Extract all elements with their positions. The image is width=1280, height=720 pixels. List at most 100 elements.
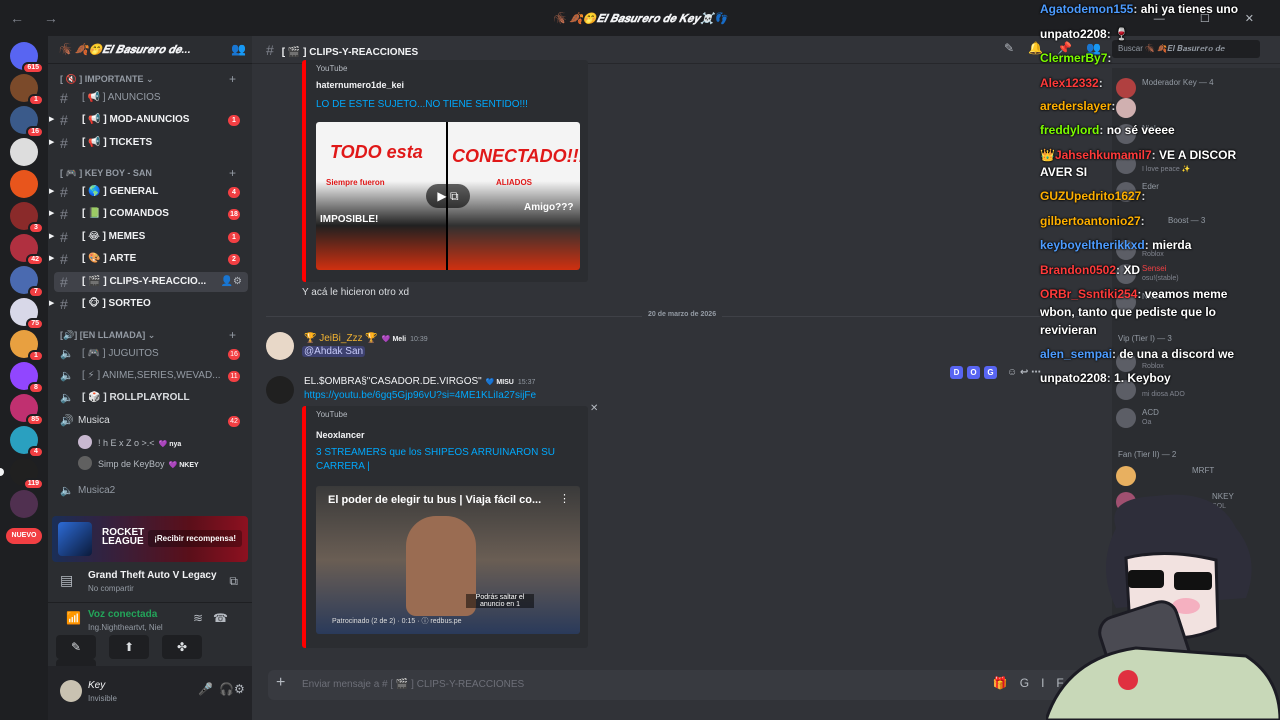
overlay-chat-line: unpato2208: 1. Keyboy: [1040, 371, 1171, 385]
channel-title: #[ 🎬 ] CLIPS-Y-REACCIONES: [266, 42, 419, 58]
message-text: Y acá le hicieron otro xd: [302, 287, 410, 298]
guild-icon[interactable]: 85: [10, 394, 44, 426]
hash-icon: #: [60, 206, 68, 222]
guild-icon[interactable]: 1: [10, 74, 44, 106]
message-composer: + Enviar mensaje a # [ 🎬 ] CLIPS-Y-REACC…: [268, 670, 1108, 700]
claim-reward-button[interactable]: ¡Recibir recompensa!: [148, 530, 242, 547]
voice-channel-item[interactable]: 🔈 Musica2: [54, 481, 248, 501]
hash-icon: #: [60, 135, 68, 151]
channel-item-selected[interactable]: #[ 🎬 ] CLIPS-Y-REACCIO... 👤⚙: [54, 272, 248, 292]
hash-icon: #: [60, 251, 68, 267]
message-author[interactable]: EL.$OMBRA§"CASADOR.DE.VIRGOS" 💙 MISU 15:37: [304, 376, 535, 387]
overlay-chat-line: Brandon0502: XD: [1040, 263, 1141, 277]
signal-icon: 📶: [66, 611, 81, 625]
category-importante[interactable]: [ 🔇 ] IMPORTANTE ⌄ +: [60, 72, 244, 86]
guild-icon[interactable]: 7: [10, 266, 44, 298]
channel-item[interactable]: ▶ #[ 📢 ] TICKETS: [49, 133, 248, 153]
voice-channel-item[interactable]: 🔈[ 🎮 ] JUGUITOS 16: [54, 344, 248, 364]
vtuber-avatar-overlay: [1046, 494, 1280, 720]
add-member-icon[interactable]: 👥: [231, 42, 246, 56]
guild-icon[interactable]: 16: [10, 106, 44, 138]
channel-item[interactable]: ▶ #[ 🐵 ] SORTEO: [49, 294, 248, 314]
add-attachment-icon[interactable]: +: [276, 674, 285, 692]
add-channel-icon[interactable]: +: [229, 72, 236, 86]
guild-icon[interactable]: 119: [0, 458, 44, 490]
member-category: Fan (Tier II) — 2: [1118, 450, 1177, 459]
guild-icon[interactable]: [10, 170, 38, 198]
gear-icon[interactable]: ⚙: [234, 682, 245, 696]
promo-banner[interactable]: ROCKET LEAGUE ¡Recibir recompensa!: [52, 516, 248, 562]
overlay-chat-line: 👑Jahsehkumamil7: VE A DISCOR: [1040, 148, 1237, 162]
category-keyboy[interactable]: [ 🎮 ] KEY BOY - SAN +: [60, 166, 244, 180]
guild-icon[interactable]: 42: [10, 234, 44, 266]
user-panel: Key Invisible 🎤🎧 ⚙: [48, 666, 252, 720]
avatar[interactable]: [60, 680, 82, 702]
channel-item[interactable]: ▶ #[ 🎨 ] ARTE 2: [49, 249, 248, 269]
voice-channel-item[interactable]: 🔊 Musica 42: [54, 411, 248, 431]
video-thumbnail[interactable]: TODO esta CONECTADO!!! Siempre fueron AL…: [316, 122, 580, 270]
server-header[interactable]: 🪳 🍂🤭𝑬𝒍 𝑩𝒂𝒔𝒖𝒓𝒆𝒓𝒐 𝒅𝒆... 👥: [48, 36, 252, 64]
more-options-icon[interactable]: ⋮: [559, 492, 570, 505]
overlay-chat-line: ClermerBy7:: [1040, 51, 1112, 65]
avatar[interactable]: [266, 376, 294, 404]
hash-icon: #: [60, 112, 68, 128]
share-screen-icon[interactable]: ⧉: [229, 574, 238, 589]
hash-icon: #: [60, 229, 68, 245]
video-player[interactable]: El poder de elegir tu bus | Viaja fácil …: [316, 486, 580, 634]
channel-item[interactable]: #[ 📢 ] ANUNCIOS: [54, 88, 248, 108]
avatar[interactable]: [266, 332, 294, 360]
add-channel-icon[interactable]: +: [229, 166, 236, 180]
add-channel-icon[interactable]: +: [229, 328, 236, 342]
home-dm-icon[interactable]: 615: [10, 42, 44, 74]
guild-icon[interactable]: 75: [10, 298, 44, 330]
disconnect-icon[interactable]: ≋☎: [193, 611, 238, 625]
speaker-icon: 🔈: [60, 485, 74, 497]
close-icon[interactable]: ✕: [590, 403, 598, 414]
screen-share-icon[interactable]: ⬆: [109, 635, 149, 659]
avatar: [78, 456, 92, 470]
overlay-chat-line: ORBr_Ssntiki254: veamos meme: [1040, 287, 1228, 301]
guild-icon[interactable]: [10, 490, 38, 518]
message-author[interactable]: 🏆 JeiBi_Zzz 🏆 💜 Meli 10:39: [304, 333, 428, 344]
overlay-chat-line: arederslayer:: [1040, 99, 1116, 113]
channel-item[interactable]: ▶ #[ 😂 ] MEMES 1: [49, 227, 248, 247]
message-input[interactable]: Enviar mensaje a # [ 🎬 ] CLIPS-Y-REACCIO…: [302, 679, 524, 690]
voice-channel-item[interactable]: 🔈[ 🎲 ] ROLLPLAYROLL: [54, 388, 248, 408]
hash-icon: #: [60, 274, 68, 290]
overlay-chat-line: keyboyeltherikkxd: mierda: [1040, 238, 1192, 252]
camera-off-icon[interactable]: ✎: [56, 635, 96, 659]
channel-item[interactable]: ▶ #[ 📢 ] MOD-ANUNCIOS 1: [49, 110, 248, 130]
promo-logo: ROCKET LEAGUE: [102, 527, 145, 547]
reaction-icon[interactable]: ☺ ↩ ⋯: [1007, 367, 1041, 378]
new-badge[interactable]: NUEVO: [6, 528, 42, 544]
category-llamada[interactable]: [🔊] [EN LLAMADA] ⌄ +: [60, 328, 244, 342]
guild-icon[interactable]: 1: [10, 330, 44, 362]
youtube-link[interactable]: https://youtu.be/6gq5Gjp96vU?si=4ME1KLiI…: [304, 390, 536, 401]
overlay-chat-line: AVER SI: [1040, 165, 1088, 179]
channel-settings-icon[interactable]: 👤⚙: [221, 276, 242, 287]
channel-sidebar: 🪳 🍂🤭𝑬𝒍 𝑩𝒂𝒔𝒖𝒓𝒆𝒓𝒐 𝒅𝒆... 👥 [ 🔇 ] IMPORTANTE…: [48, 36, 261, 720]
twitch-guild-icon[interactable]: 8: [10, 362, 44, 394]
channel-item[interactable]: ▶ #[ 📗 ] COMANDOS 18: [49, 204, 248, 224]
rocket-league-icon: [58, 522, 92, 556]
date-divider: 20 de marzo de 2026: [266, 311, 1096, 318]
overlay-chat-line: wbon, tanto que pediste que lo: [1040, 305, 1216, 319]
skip-ad-notice[interactable]: Podrás saltar el anuncio en 1: [466, 594, 534, 608]
guild-icon[interactable]: 4: [10, 426, 44, 458]
stream-chat-overlay: Agatodemon155: ahi ya tienes uno unpato2…: [1040, 0, 1280, 390]
voice-action-buttons: ✎⬆✤♫: [56, 635, 244, 683]
member[interactable]: MRFT: [1112, 464, 1280, 488]
member[interactable]: ACD Oa: [1112, 406, 1280, 430]
user-mention[interactable]: @Ahdak San: [302, 346, 366, 357]
overlay-chat-line: alen_sempai: de una a discord we: [1040, 347, 1235, 361]
channel-item[interactable]: ▶ #[ 🌎 ] GENERAL 4: [49, 182, 248, 202]
guild-icon[interactable]: 3: [10, 202, 44, 234]
message-hover-toolbar: D O G ☺ ↩ ⋯: [950, 366, 1041, 379]
overlay-chat-line: Alex12332:: [1040, 76, 1103, 90]
guild-icon[interactable]: [10, 138, 38, 166]
play-icon[interactable]: ▶ ⧉: [426, 184, 470, 208]
voice-channel-item[interactable]: 🔈[ ⚡ ] ANIME,SERIES,WEVAD... 11: [54, 366, 248, 386]
overlay-chat-line: gilbertoantonio27:: [1040, 214, 1145, 228]
activities-icon[interactable]: ✤: [162, 635, 202, 659]
unread-caret-icon: ▶: [49, 139, 55, 146]
